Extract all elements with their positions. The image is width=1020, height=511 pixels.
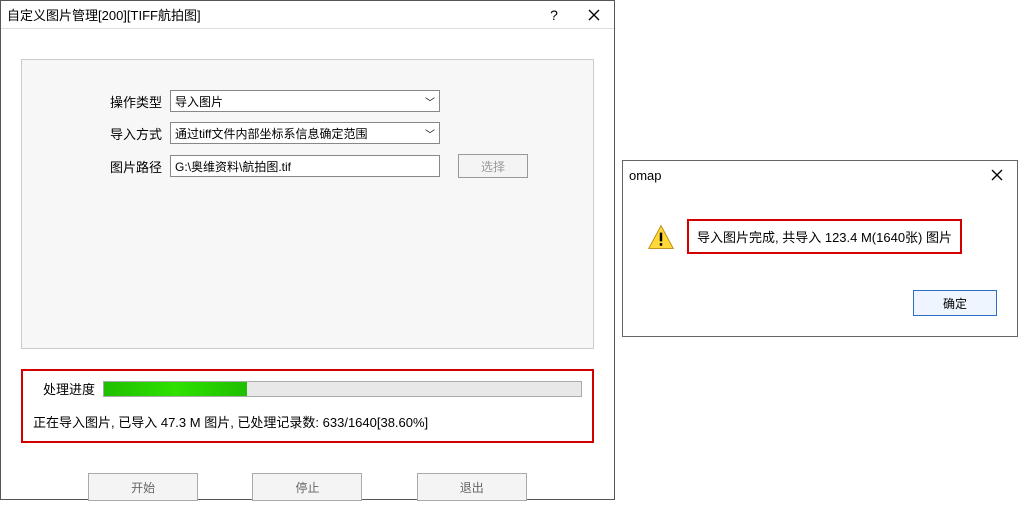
progress-bar: [103, 381, 582, 397]
path-label: 图片路径: [102, 157, 162, 176]
op-type-select[interactable]: 导入图片 ﹀: [170, 90, 440, 112]
path-input[interactable]: G:\奥维资料\航拍图.tif: [170, 155, 440, 177]
chevron-down-icon: ﹀: [425, 126, 435, 141]
op-type-value: 导入图片: [175, 93, 421, 110]
form-panel: 操作类型 导入图片 ﹀ 导入方式 通过tiff文件内部坐标系信息确定范围 ﹀ 图…: [21, 59, 594, 349]
op-type-label: 操作类型: [102, 92, 162, 111]
window-title: 自定义图片管理[200][TIFF航拍图]: [7, 5, 534, 24]
ok-button[interactable]: 确定: [913, 290, 997, 316]
progress-label: 处理进度: [43, 379, 95, 398]
close-button[interactable]: [977, 161, 1017, 189]
help-button[interactable]: ?: [534, 1, 574, 29]
close-button[interactable]: [574, 1, 614, 29]
message-text: 导入图片完成, 共导入 123.4 M(1640张) 图片: [687, 219, 962, 254]
progress-fill: [104, 382, 247, 396]
start-button[interactable]: 开始: [88, 473, 198, 501]
progress-panel: 处理进度 正在导入图片, 已导入 47.3 M 图片, 已处理记录数: 633/…: [21, 369, 594, 443]
window-title: omap: [629, 168, 977, 183]
chevron-down-icon: ﹀: [425, 94, 435, 109]
dialog-body: 操作类型 导入图片 ﹀ 导入方式 通过tiff文件内部坐标系信息确定范围 ﹀ 图…: [1, 29, 614, 511]
warning-icon: [647, 223, 675, 251]
omap-message-dialog: omap 导入图片完成, 共导入 123.4 M(1640张) 图片 确定: [622, 160, 1018, 337]
stop-button[interactable]: 停止: [252, 473, 362, 501]
dialog-body: 导入图片完成, 共导入 123.4 M(1640张) 图片 确定: [623, 189, 1017, 336]
progress-status: 正在导入图片, 已导入 47.3 M 图片, 已处理记录数: 633/1640[…: [33, 412, 582, 431]
import-mode-label: 导入方式: [102, 124, 162, 143]
import-mode-value: 通过tiff文件内部坐标系信息确定范围: [175, 125, 421, 142]
exit-button[interactable]: 退出: [417, 473, 527, 501]
path-value: G:\奥维资料\航拍图.tif: [175, 158, 291, 175]
import-mode-select[interactable]: 通过tiff文件内部坐标系信息确定范围 ﹀: [170, 122, 440, 144]
titlebar: omap: [623, 161, 1017, 189]
button-row: 开始 停止 退出: [21, 473, 594, 501]
image-manager-dialog: 自定义图片管理[200][TIFF航拍图] ? 操作类型 导入图片 ﹀ 导入方式…: [0, 0, 615, 500]
select-path-button[interactable]: 选择: [458, 154, 528, 178]
close-icon: [588, 9, 600, 21]
close-icon: [991, 169, 1003, 181]
titlebar: 自定义图片管理[200][TIFF航拍图] ?: [1, 1, 614, 29]
